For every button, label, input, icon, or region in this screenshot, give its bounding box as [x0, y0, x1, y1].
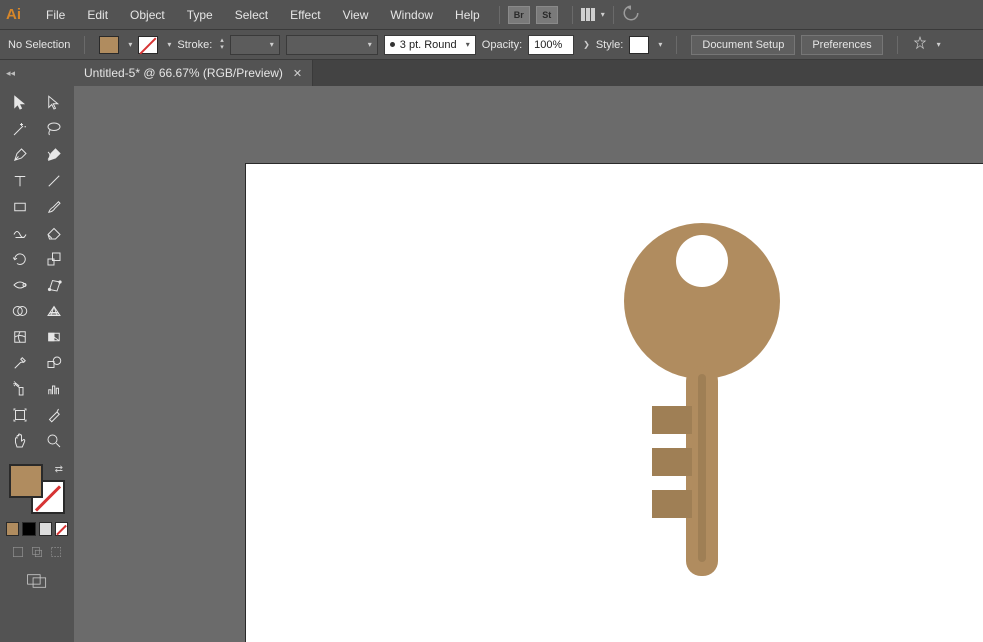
none-mode-icon[interactable] [55, 522, 68, 536]
chevron-down-icon[interactable]: ▾ [658, 40, 662, 49]
toolbox: ⇄ [0, 86, 74, 642]
scale-tool[interactable] [41, 248, 67, 270]
rectangle-tool[interactable] [7, 196, 33, 218]
divider [499, 6, 500, 24]
menu-effect[interactable]: Effect [279, 8, 331, 22]
curvature-tool[interactable] [41, 144, 67, 166]
paintbrush-tool[interactable] [41, 196, 67, 218]
magic-wand-tool[interactable] [7, 118, 33, 140]
divider [84, 36, 85, 54]
swap-fill-stroke-icon[interactable]: ⇄ [55, 464, 63, 475]
stroke-label: Stroke: [177, 39, 212, 51]
stroke-weight-stepper[interactable] [220, 38, 224, 51]
mesh-tool[interactable] [7, 326, 33, 348]
fill-color-icon[interactable] [9, 464, 43, 498]
arrange-documents-icon[interactable] [581, 8, 595, 21]
draw-normal-icon[interactable] [11, 545, 25, 559]
fill-swatch[interactable] [99, 36, 119, 54]
opacity-input[interactable]: 100% [528, 35, 574, 55]
key-artwork [592, 216, 812, 596]
sync-settings-icon[interactable] [622, 4, 640, 25]
chevron-down-icon[interactable]: ▾ [128, 40, 132, 49]
gradient-tool[interactable] [41, 326, 67, 348]
draw-inside-icon[interactable] [49, 545, 63, 559]
lasso-tool[interactable] [41, 118, 67, 140]
control-bar: No Selection ▾ ▾ Stroke: ▾ ▾ 3 pt. Round… [0, 30, 983, 60]
blend-tool[interactable] [41, 352, 67, 374]
stroke-weight-input[interactable]: ▾ [230, 35, 280, 55]
canvas-area[interactable] [74, 86, 983, 642]
graphic-style-swatch[interactable] [629, 36, 649, 54]
menu-edit[interactable]: Edit [76, 8, 119, 22]
shaper-tool[interactable] [7, 222, 33, 244]
menu-window[interactable]: Window [379, 8, 444, 22]
panel-dock-collapse-icon[interactable]: ◂◂ [0, 60, 74, 86]
symbol-sprayer-tool[interactable] [7, 378, 33, 400]
artboard-tool[interactable] [7, 404, 33, 426]
slice-tool[interactable] [41, 404, 67, 426]
app-logo: Ai [6, 6, 21, 23]
chevron-down-icon[interactable]: ▾ [167, 40, 171, 49]
work-area: ⇄ [0, 86, 983, 642]
shape-builder-tool[interactable] [7, 300, 33, 322]
menu-bar: Ai File Edit Object Type Select Effect V… [0, 0, 983, 30]
menu-object[interactable]: Object [119, 8, 176, 22]
width-tool[interactable] [7, 274, 33, 296]
profile-label: 3 pt. Round [400, 39, 457, 51]
close-tab-icon[interactable]: ✕ [293, 67, 302, 80]
artboard[interactable] [246, 164, 983, 642]
perspective-grid-tool[interactable] [41, 300, 67, 322]
direct-selection-tool[interactable] [41, 92, 67, 114]
eyedropper-tool[interactable] [7, 352, 33, 374]
divider [676, 36, 677, 54]
screen-mode-button[interactable] [6, 573, 68, 589]
dot-icon [390, 42, 395, 47]
color-mode-icon[interactable] [6, 522, 19, 536]
selection-tool[interactable] [7, 92, 33, 114]
column-graph-tool[interactable] [41, 378, 67, 400]
selection-status: No Selection [8, 39, 70, 51]
menu-select[interactable]: Select [224, 8, 279, 22]
menu-type[interactable]: Type [176, 8, 224, 22]
opacity-label: Opacity: [482, 39, 522, 51]
bridge-icon[interactable]: Br [508, 6, 530, 24]
rotate-tool[interactable] [7, 248, 33, 270]
gradient-mode-icon[interactable] [22, 522, 35, 536]
draw-behind-icon[interactable] [30, 545, 44, 559]
divider [613, 6, 614, 24]
chevron-down-icon[interactable]: ▾ [937, 40, 941, 49]
chevron-down-icon[interactable]: ▾ [601, 10, 605, 19]
stroke-swatch[interactable] [138, 36, 158, 54]
tab-title: Untitled-5* @ 66.67% (RGB/Preview) [84, 66, 283, 80]
menu-view[interactable]: View [332, 8, 380, 22]
pen-tool[interactable] [7, 144, 33, 166]
stock-icon[interactable]: St [536, 6, 558, 24]
eraser-tool[interactable] [41, 222, 67, 244]
variable-width-profile-dropdown[interactable]: 3 pt. Round ▾ [384, 35, 476, 55]
line-segment-tool[interactable] [41, 170, 67, 192]
divider [572, 6, 573, 24]
align-icon[interactable] [912, 35, 928, 54]
free-transform-tool[interactable] [41, 274, 67, 296]
document-tab-bar: ◂◂ Untitled-5* @ 66.67% (RGB/Preview) ✕ [0, 60, 983, 86]
style-label: Style: [596, 39, 624, 51]
fill-stroke-control[interactable]: ⇄ [9, 464, 65, 514]
menu-file[interactable]: File [35, 8, 76, 22]
color-mode-row [6, 522, 68, 536]
divider [897, 36, 898, 54]
hand-tool[interactable] [7, 430, 33, 452]
document-setup-button[interactable]: Document Setup [691, 35, 795, 55]
draw-mode-row [6, 545, 68, 559]
opacity-chevron-icon[interactable]: ❯ [583, 40, 590, 49]
zoom-tool[interactable] [41, 430, 67, 452]
brush-definition-dropdown[interactable]: ▾ [286, 35, 378, 55]
type-tool[interactable] [7, 170, 33, 192]
menu-help[interactable]: Help [444, 8, 491, 22]
pattern-mode-icon[interactable] [39, 522, 52, 536]
preferences-button[interactable]: Preferences [801, 35, 882, 55]
document-tab[interactable]: Untitled-5* @ 66.67% (RGB/Preview) ✕ [74, 60, 313, 86]
